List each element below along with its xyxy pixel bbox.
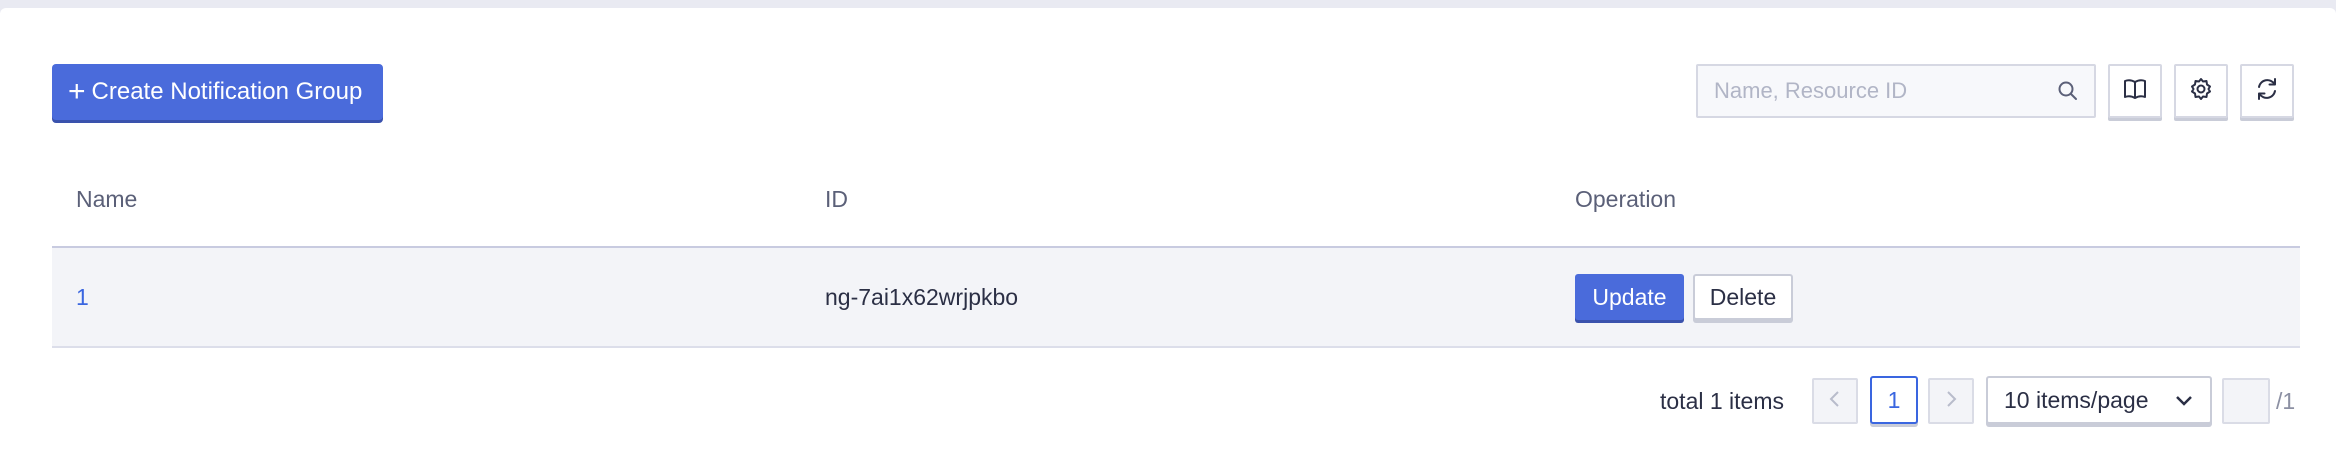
column-header-name: Name bbox=[76, 186, 138, 212]
chevron-left-icon bbox=[1828, 388, 1842, 414]
page-number-button[interactable]: 1 bbox=[1870, 376, 1918, 424]
update-button[interactable]: Update bbox=[1575, 274, 1684, 320]
next-page-button[interactable] bbox=[1928, 378, 1974, 424]
page-size-select[interactable]: 10 items/page bbox=[1986, 376, 2212, 424]
notification-group-table: Name ID Operation 1 ng-7ai1x62wrjpkbo Up… bbox=[52, 158, 2300, 348]
delete-button[interactable]: Delete bbox=[1693, 274, 1793, 320]
total-items: total 1 items bbox=[1660, 388, 1784, 414]
column-header-operation: Operation bbox=[1575, 186, 1677, 212]
total-pages: /1 bbox=[2276, 388, 2296, 414]
page-jump-input[interactable] bbox=[2222, 378, 2270, 424]
toolbar: + Create Notification Group bbox=[52, 64, 2296, 120]
main-panel: + Create Notification Group Name, Resour… bbox=[0, 8, 2336, 458]
search-icon[interactable] bbox=[2048, 71, 2088, 111]
page-size-label: 10 items/page bbox=[2004, 386, 2149, 413]
docs-button[interactable] bbox=[2108, 64, 2162, 118]
chevron-down-icon bbox=[2174, 387, 2194, 414]
book-icon bbox=[2122, 76, 2148, 107]
settings-button[interactable] bbox=[2174, 64, 2228, 118]
table-header: Name ID Operation bbox=[52, 158, 2300, 248]
refresh-button[interactable] bbox=[2240, 64, 2294, 118]
create-notification-group-button[interactable]: + Create Notification Group bbox=[52, 64, 383, 120]
row-name-link[interactable]: 1 bbox=[76, 284, 89, 311]
search-box bbox=[1696, 64, 2096, 118]
gear-icon bbox=[2188, 76, 2214, 107]
plus-icon: + bbox=[68, 75, 86, 108]
table-row: 1 ng-7ai1x62wrjpkbo Update Delete bbox=[52, 248, 2300, 348]
search-input[interactable] bbox=[1698, 65, 2048, 117]
row-id: ng-7ai1x62wrjpkbo bbox=[825, 284, 1019, 310]
refresh-icon bbox=[2254, 76, 2280, 107]
pagination: total 1 items 1 10 items/page /1 bbox=[0, 376, 2336, 426]
create-button-label: Create Notification Group bbox=[91, 78, 363, 105]
column-header-id: ID bbox=[825, 186, 848, 212]
chevron-right-icon bbox=[1944, 388, 1958, 414]
prev-page-button[interactable] bbox=[1812, 378, 1858, 424]
